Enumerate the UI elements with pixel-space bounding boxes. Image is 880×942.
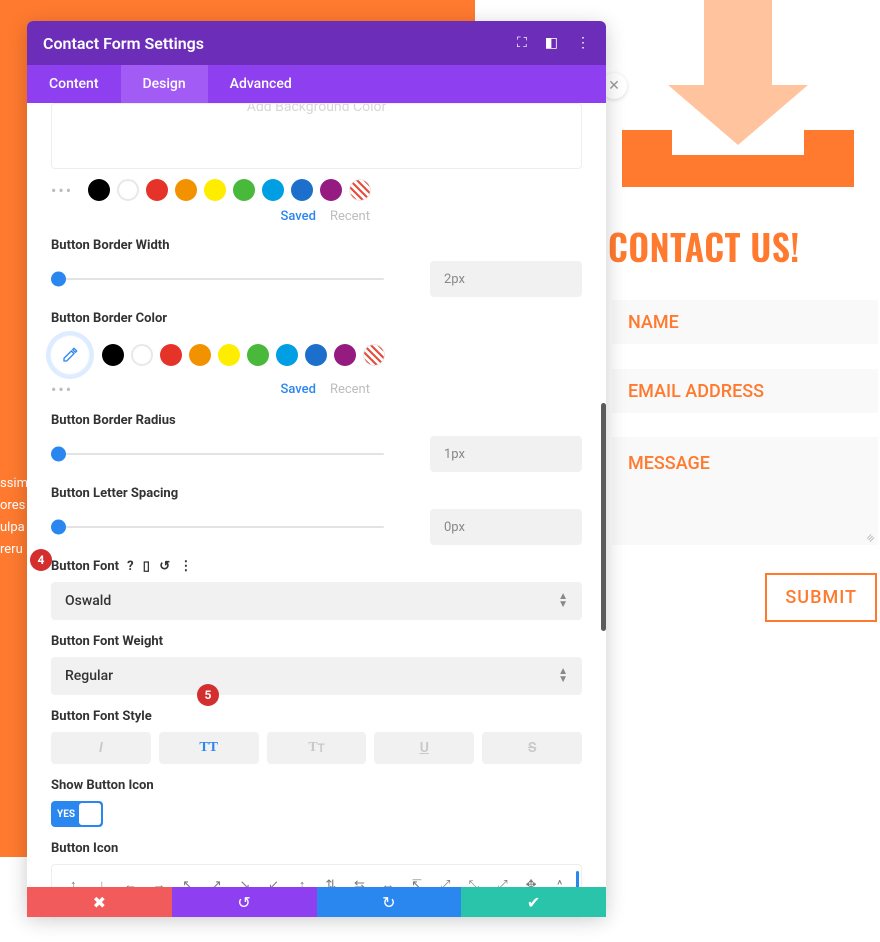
message-field[interactable]: MESSAGE≡ [612, 437, 878, 545]
name-field[interactable]: NAME [612, 300, 878, 344]
more-colors-icon[interactable]: ••• [51, 380, 73, 399]
strikethrough-button[interactable]: S [482, 732, 582, 764]
label-letter-spacing: Button Letter Spacing [51, 486, 582, 501]
label-border-width: Button Border Width [51, 238, 582, 253]
undo-button[interactable]: ↺ [172, 887, 317, 917]
border-color-swatches [51, 336, 582, 374]
responsive-icon[interactable]: ▯ [143, 559, 150, 574]
callout-badge-5: 5 [197, 684, 219, 706]
uppercase-button[interactable]: TT [159, 732, 259, 764]
modal-header: Contact Form Settings ⛶ ◧ ⋮ [27, 21, 606, 65]
swatch-white[interactable] [117, 179, 139, 201]
label-button-icon: Button Icon [51, 841, 582, 856]
border-radius-value[interactable]: 1px [430, 436, 582, 472]
swatch-purple[interactable] [334, 344, 356, 366]
tab-advanced[interactable]: Advanced [208, 65, 314, 103]
letter-spacing-slider[interactable] [51, 517, 384, 537]
recent-tab[interactable]: Recent [330, 382, 370, 397]
help-icon[interactable]: ? [127, 559, 133, 574]
swatch-transparent[interactable] [349, 179, 371, 201]
saved-tab[interactable]: Saved [281, 382, 316, 397]
more-colors-icon[interactable]: ••• [51, 181, 73, 200]
label-font-style: Button Font Style [51, 709, 582, 724]
swatch-black[interactable] [102, 344, 124, 366]
font-select[interactable]: Oswald▲▼ [51, 582, 582, 620]
swatch-blue[interactable] [291, 179, 313, 201]
swatch-purple[interactable] [320, 179, 342, 201]
border-width-slider[interactable] [51, 269, 384, 289]
email-field[interactable]: EMAIL ADDRESS [612, 369, 878, 413]
reset-icon[interactable]: ↺ [159, 559, 170, 574]
tab-design[interactable]: Design [121, 65, 208, 103]
swatch-red[interactable] [160, 344, 182, 366]
submit-button[interactable]: SUBMIT [765, 573, 877, 622]
swatch-yellow[interactable] [204, 179, 226, 201]
swatch-transparent[interactable] [363, 344, 385, 366]
snap-icon[interactable]: ◧ [545, 35, 558, 51]
bg-color-swatches: ••• [51, 179, 582, 201]
swatch-teal[interactable] [276, 344, 298, 366]
recent-tab[interactable]: Recent [330, 209, 370, 224]
swatch-black[interactable] [88, 179, 110, 201]
swatch-orange[interactable] [189, 344, 211, 366]
eyedropper-icon[interactable] [51, 336, 89, 374]
label-border-radius: Button Border Radius [51, 413, 582, 428]
contact-heading: CONTACT US! [608, 220, 800, 273]
swatch-white[interactable] [131, 344, 153, 366]
swatch-teal[interactable] [262, 179, 284, 201]
expand-icon[interactable]: ⛶ [517, 35, 527, 51]
show-icon-toggle[interactable]: YES [51, 801, 103, 827]
swatch-orange[interactable] [175, 179, 197, 201]
italic-button[interactable]: I [51, 732, 151, 764]
callout-badge-4: 4 [30, 549, 52, 571]
settings-modal: Contact Form Settings ⛶ ◧ ⋮ Content Desi… [27, 21, 606, 916]
label-show-icon: Show Button Icon [51, 778, 582, 793]
label-font-weight: Button Font Weight [51, 634, 582, 649]
menu-icon[interactable]: ⋮ [576, 35, 590, 51]
saved-tab[interactable]: Saved [281, 209, 316, 224]
options-icon[interactable]: ⋮ [179, 559, 192, 574]
border-width-value[interactable]: 2px [430, 261, 582, 297]
swatch-green[interactable] [247, 344, 269, 366]
underline-button[interactable]: U [374, 732, 474, 764]
modal-footer: ✖ ↺ ↻ ✔ [27, 887, 606, 917]
download-arrow-graphic [622, 0, 854, 190]
background-color-preview[interactable]: Add Background Color [51, 103, 582, 169]
swatch-red[interactable] [146, 179, 168, 201]
label-button-font: Button Font ? ▯ ↺ ⋮ [51, 559, 582, 574]
label-border-color: Button Border Color [51, 311, 582, 326]
redo-button[interactable]: ↻ [317, 887, 462, 917]
modal-body: Add Background Color ••• Saved Recent Bu… [27, 103, 606, 916]
font-weight-select[interactable]: Regular▲▼ [51, 657, 582, 695]
swatch-green[interactable] [233, 179, 255, 201]
letter-spacing-value[interactable]: 0px [430, 509, 582, 545]
scrollbar-thumb[interactable] [601, 403, 606, 631]
modal-title: Contact Form Settings [43, 34, 204, 53]
swatch-yellow[interactable] [218, 344, 240, 366]
confirm-button[interactable]: ✔ [461, 887, 606, 917]
border-radius-slider[interactable] [51, 444, 384, 464]
smallcaps-button[interactable]: TT [267, 732, 367, 764]
cancel-button[interactable]: ✖ [27, 887, 172, 917]
tab-content[interactable]: Content [27, 65, 121, 103]
swatch-blue[interactable] [305, 344, 327, 366]
modal-tabs: Content Design Advanced [27, 65, 606, 103]
